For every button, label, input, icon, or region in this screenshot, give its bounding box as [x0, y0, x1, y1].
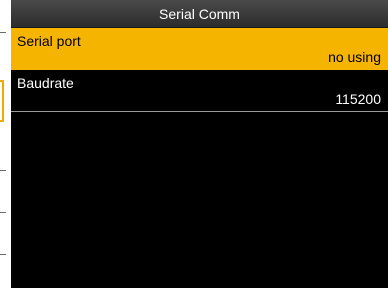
menu-item-label: Baudrate [17, 75, 74, 91]
menu-item-value: 115200 [335, 91, 381, 107]
gutter-mark [0, 32, 6, 33]
page: Serial Comm Serial port no using Baudrat… [0, 0, 388, 288]
gutter-mark [0, 254, 6, 255]
menu-item-value: no using [328, 49, 381, 65]
screen-title: Serial Comm [11, 0, 388, 28]
gutter-mark [0, 170, 6, 171]
gutter-mark [0, 212, 6, 213]
menu-item-label: Serial port [17, 33, 81, 49]
menu-item-serial-port[interactable]: Serial port no using [11, 28, 388, 70]
gutter-bracket [0, 80, 4, 122]
menu-item-baudrate[interactable]: Baudrate 115200 [11, 70, 388, 112]
device-screen: Serial Comm Serial port no using Baudrat… [11, 0, 388, 288]
